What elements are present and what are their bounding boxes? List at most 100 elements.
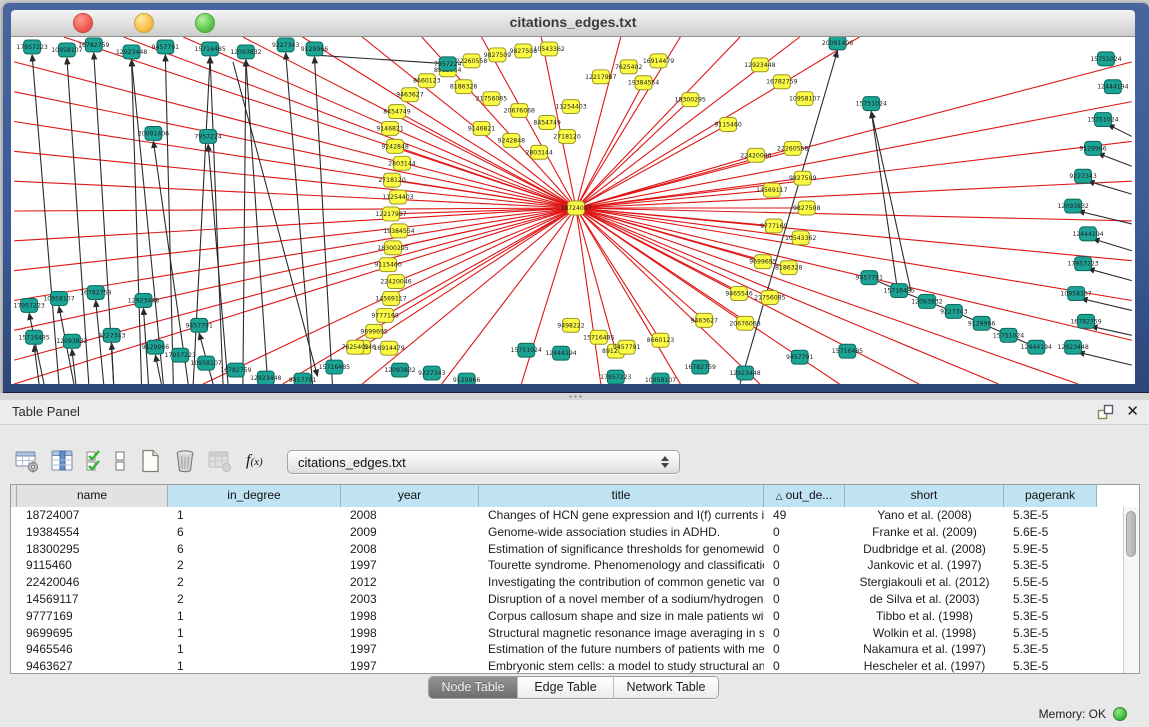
paper-node[interactable]: 9227343 [1069,169,1097,183]
paper-node[interactable]: 10958107 [1060,287,1091,301]
paper-node[interactable]: 10958107 [645,373,676,384]
paper-node-selected[interactable]: 2803144 [388,156,416,170]
citation-edge-selected[interactable] [124,37,576,208]
paper-node[interactable]: 17957223 [13,298,44,312]
paper-node-selected[interactable]: 9463627 [691,313,719,327]
paper-node[interactable]: 16782759 [78,38,109,52]
paper-node-selected[interactable]: 9146821 [376,122,404,136]
table-row[interactable]: 2242004622012Investigating the contribut… [11,574,1124,591]
column-header-pagerank[interactable]: pagerank [1004,485,1097,507]
citation-edge[interactable] [1098,153,1132,166]
citation-edge[interactable] [314,57,332,384]
citation-edge-selected[interactable] [576,208,745,323]
paper-node[interactable]: 12923448 [250,371,281,384]
unselect-boxes-icon[interactable] [112,447,128,475]
paper-node[interactable]: 12093832 [56,334,87,348]
paper-node[interactable]: 15716485 [832,344,863,358]
window-titlebar[interactable]: citations_edges.txt [11,10,1135,37]
citation-edge[interactable] [210,57,223,384]
delete-table-icon[interactable] [207,447,233,475]
paper-node[interactable]: 16782759 [220,363,251,377]
column-header-title[interactable]: title [479,485,764,507]
paper-node[interactable]: 12093832 [230,45,261,59]
paper-node-selected[interactable]: 8186328 [450,80,478,94]
paper-node-selected[interactable]: 10958107 [789,92,820,106]
citation-edge[interactable] [313,55,448,64]
paper-node[interactable]: 15751024 [511,343,542,357]
column-header-name[interactable]: name [17,485,168,507]
new-column-file-icon[interactable] [137,447,163,475]
citation-network-graph[interactable]: 1872400719384554183002959115460224200461… [11,37,1135,384]
column-header-in-degree[interactable]: in_degree [168,485,341,507]
paper-node[interactable]: 12444194 [545,346,576,360]
citation-edge[interactable] [1093,239,1132,251]
paper-node[interactable]: 9227343 [418,366,446,380]
table-row[interactable]: 1872400712008Changes of HCN gene express… [11,507,1124,524]
citation-edge-selected[interactable] [14,208,576,241]
paper-node[interactable]: 16782759 [80,286,111,300]
paper-node-selected[interactable]: 18300295 [675,93,706,107]
citation-edge[interactable] [233,62,318,376]
paper-node[interactable]: 9227343 [272,38,300,52]
paper-node-selected[interactable]: 9699695 [749,255,777,269]
paper-node[interactable]: 20091406 [822,37,853,50]
paper-node-selected[interactable]: 11254403 [382,190,413,204]
citation-edge-selected[interactable] [396,208,576,282]
paper-node-selected[interactable]: 9463627 [396,88,424,102]
float-panel-icon[interactable] [1097,404,1114,421]
table-row[interactable]: 946554611997Estimation of the future num… [11,641,1124,658]
column-header-out-de-[interactable]: △out_de... [764,485,845,507]
tab-node-table[interactable]: Node Table [429,677,518,698]
paper-node-selected[interactable]: 14569117 [756,183,787,197]
citation-edge-selected[interactable] [393,208,576,248]
paper-node[interactable]: 12923448 [1057,340,1088,354]
citation-edge[interactable] [1108,124,1132,136]
paper-node[interactable]: 9457791 [856,271,884,285]
paper-node-selected[interactable]: 9827509 [484,48,512,62]
table-row[interactable]: 1456911722003Disruption of a novel membe… [11,591,1124,608]
table-row[interactable]: 946362711997Embryonic stem cells: a mode… [11,658,1124,674]
paper-node[interactable]: 15716485 [18,330,49,344]
paper-node[interactable]: 20091406 [138,126,169,140]
scrollbar-thumb[interactable] [1126,511,1136,557]
citation-edge[interactable] [1078,211,1132,224]
citation-edge-selected[interactable] [576,208,1132,300]
paper-node[interactable]: 9129966 [1079,141,1107,155]
citation-edge[interactable] [1088,181,1132,194]
tab-network-table[interactable]: Network Table [614,677,718,698]
paper-node-selected[interactable]: 9827509 [789,171,817,185]
table-selector-dropdown[interactable]: citations_edges.txt [287,450,680,474]
paper-node[interactable]: 12093832 [1057,199,1088,213]
paper-node-selected[interactable]: 8186328 [775,261,803,275]
paper-node[interactable]: 9227343 [940,304,968,318]
paper-node[interactable]: 12093832 [384,363,415,377]
paper-node-selected[interactable]: 2718120 [378,173,406,187]
citation-edge-selected[interactable] [576,37,621,208]
citation-edge-selected[interactable] [576,62,1132,208]
citation-edge-selected[interactable] [576,208,601,384]
paper-node[interactable]: 10958107 [43,292,74,306]
paper-node[interactable]: 17957223 [600,370,631,384]
paper-node[interactable]: 12444194 [1072,227,1103,241]
paper-node[interactable]: 12923448 [116,45,147,59]
panel-splitter[interactable] [0,393,1149,400]
delete-column-trash-icon[interactable] [172,447,198,475]
table-row[interactable]: 1938455462009Genome-wide association stu… [11,524,1124,541]
table-row[interactable]: 1830029562008Estimation of significance … [11,541,1124,558]
paper-node-selected[interactable]: 9242848 [498,133,526,147]
paper-node-selected[interactable]: 22260558 [777,141,808,155]
paper-node[interactable]: 9129966 [453,373,481,384]
paper-node[interactable]: 12444194 [1097,80,1128,94]
paper-node-selected[interactable]: 14569117 [375,292,406,306]
paper-node-selected[interactable]: 9699695 [360,324,388,338]
citation-edge[interactable] [871,112,897,288]
select-all-checks-icon[interactable] [84,447,107,475]
paper-node-selected[interactable]: 15716485 [583,330,614,344]
paper-node-selected[interactable]: 7625402 [615,60,643,74]
citation-edge-selected[interactable] [576,208,1078,384]
paper-node[interactable]: 16782759 [685,360,716,374]
paper-node-selected[interactable]: 12923448 [744,58,775,72]
paper-node-selected[interactable]: 9146821 [468,122,496,136]
tab-edge-table[interactable]: Edge Table [518,677,614,698]
citation-edge[interactable] [208,144,228,384]
